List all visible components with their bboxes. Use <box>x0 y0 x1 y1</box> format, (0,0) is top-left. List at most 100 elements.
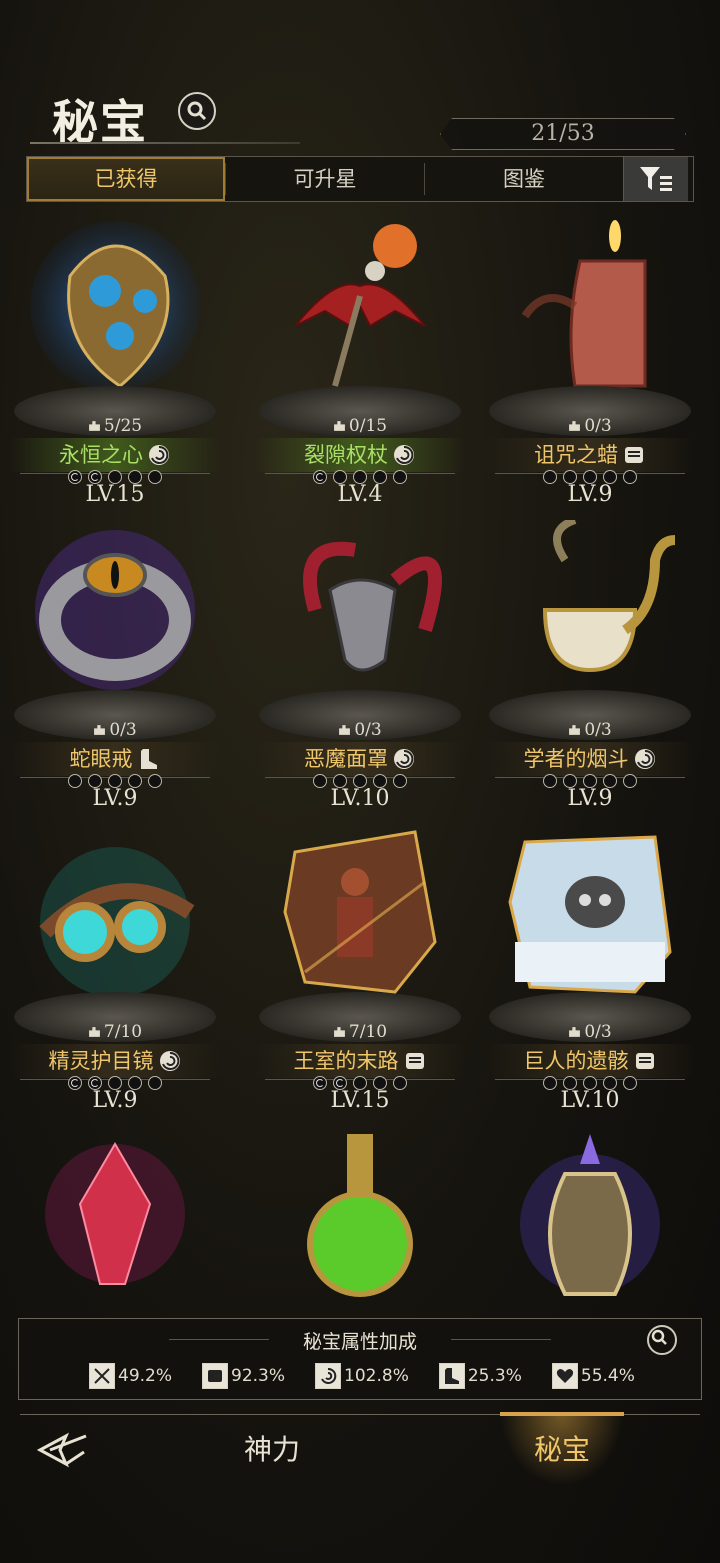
bottom-nav: 神力 秘宝 <box>0 1412 720 1492</box>
stat-value: 102.8% <box>344 1366 409 1386</box>
item-count-value: 5/25 <box>103 416 143 436</box>
treasure-card[interactable]: 0/3 恶魔面罩 LV.10 <box>245 510 475 811</box>
treasure-card[interactable] <box>245 1114 475 1314</box>
item-count: 7/10 <box>245 1022 475 1042</box>
item-count-value: 0/3 <box>584 1022 612 1042</box>
swirl-icon <box>392 747 416 771</box>
eternal-heart-icon <box>30 216 200 396</box>
green-potion-icon <box>275 1124 445 1304</box>
item-name: 蛇眼戒 <box>69 747 133 771</box>
treasure-card[interactable]: 5/25 永恒之心 LV.15 <box>0 206 230 507</box>
puzzle-piece-icon <box>338 721 351 735</box>
stat-strength: 92.3% <box>202 1363 285 1389</box>
swirl-icon <box>315 1363 342 1389</box>
item-count: 5/25 <box>0 416 230 436</box>
back-arrow-icon[interactable] <box>36 1430 90 1470</box>
tab-bar: 已获得 可升星 图鉴 <box>26 156 694 202</box>
puzzle-piece-icon <box>88 1023 101 1037</box>
item-name: 诅咒之蜡 <box>534 443 618 467</box>
treasure-card[interactable]: 0/3 蛇眼戒 LV.9 <box>0 510 230 811</box>
item-count-value: 7/10 <box>103 1022 143 1042</box>
nav-divine-power[interactable]: 神力 <box>244 1428 300 1468</box>
item-level: LV.15 <box>85 482 145 507</box>
item-count: 0/3 <box>0 720 230 740</box>
treasure-card[interactable] <box>0 1114 230 1314</box>
item-count: 0/3 <box>475 416 705 436</box>
treasure-card[interactable]: 7/10 王室的末路 LV.15 <box>245 812 475 1113</box>
bonus-stats: 49.2% 92.3% 102.8% 25.3% 55.4% <box>89 1363 635 1389</box>
item-count-value: 0/3 <box>354 720 382 740</box>
fist-icon <box>202 1363 229 1389</box>
crimson-crystal-icon <box>30 1124 200 1304</box>
tab-upgradable[interactable]: 可升星 <box>226 157 424 201</box>
treasure-card[interactable]: 0/3 学者的烟斗 LV.9 <box>475 510 705 811</box>
stat-speed: 25.3% <box>438 1363 522 1389</box>
elf-goggles-icon <box>30 822 200 1002</box>
demon-mask-icon <box>275 520 445 700</box>
fist-icon <box>403 1049 427 1073</box>
item-name: 王室的末路 <box>293 1049 399 1073</box>
swords-icon <box>89 1363 115 1389</box>
treasure-card[interactable]: 7/10 精灵护目镜 LV.9 <box>0 812 230 1113</box>
treasure-card[interactable] <box>475 1114 705 1314</box>
item-level: LV.15 <box>330 1088 390 1113</box>
scholar-pipe-icon <box>505 516 676 700</box>
stat-vitality: 55.4% <box>551 1363 635 1389</box>
item-count: 0/15 <box>245 416 475 436</box>
item-name: 裂隙权杖 <box>304 443 388 467</box>
item-name: 永恒之心 <box>59 443 143 467</box>
item-name: 巨人的遗骸 <box>523 1049 629 1073</box>
serpent-eye-ring-icon <box>30 520 200 700</box>
puzzle-piece-icon <box>93 721 106 735</box>
swirl-icon <box>392 443 416 467</box>
boot-icon <box>438 1363 465 1389</box>
swirl-icon <box>158 1049 182 1073</box>
item-count-value: 0/3 <box>584 416 612 436</box>
puzzle-piece-icon <box>333 1023 346 1037</box>
item-level: LV.9 <box>567 786 613 811</box>
item-count-value: 0/3 <box>109 720 137 740</box>
item-level: LV.4 <box>337 482 383 507</box>
item-name: 学者的烟斗 <box>523 747 629 771</box>
treasure-card[interactable]: 0/3 诅咒之蜡 LV.9 <box>475 206 705 507</box>
item-count: 7/10 <box>0 1022 230 1042</box>
item-level: LV.9 <box>92 1088 138 1113</box>
item-count: 0/3 <box>475 1022 705 1042</box>
stat-magic: 102.8% <box>315 1363 409 1389</box>
item-count-value: 0/3 <box>584 720 612 740</box>
treasure-card[interactable]: 0/15 裂隙权杖 LV.4 <box>245 206 475 507</box>
giant-remains-icon <box>505 822 675 1002</box>
search-icon[interactable] <box>647 1325 677 1355</box>
item-level: LV.9 <box>92 786 138 811</box>
tab-obtained[interactable]: 已获得 <box>27 157 225 201</box>
item-level: LV.9 <box>567 482 613 507</box>
search-icon[interactable] <box>178 92 216 130</box>
tab-codex[interactable]: 图鉴 <box>425 157 623 201</box>
nav-treasure[interactable]: 秘宝 <box>500 1428 624 1468</box>
royal-end-icon <box>275 822 445 1002</box>
stat-value: 55.4% <box>580 1366 635 1386</box>
arcane-urn-icon <box>505 1124 675 1304</box>
swirl-icon <box>633 747 657 771</box>
filter-icon[interactable] <box>623 157 688 201</box>
collection-counter: 21/53 <box>440 118 686 150</box>
item-count-value: 0/15 <box>348 416 388 436</box>
bonus-title: 秘宝属性加成 <box>302 1331 417 1353</box>
heart-icon <box>551 1363 578 1389</box>
item-name: 精灵护目镜 <box>48 1049 154 1073</box>
treasure-card[interactable]: 0/3 巨人的遗骸 LV.10 <box>475 812 705 1113</box>
puzzle-piece-icon <box>333 417 346 431</box>
item-level: LV.10 <box>330 786 390 811</box>
item-name: 恶魔面罩 <box>304 747 388 771</box>
fist-icon <box>622 443 646 467</box>
puzzle-piece-icon <box>568 721 581 735</box>
item-count-value: 7/10 <box>348 1022 388 1042</box>
stat-attack: 49.2% <box>89 1363 172 1389</box>
puzzle-piece-icon <box>568 417 581 431</box>
rift-scepter-icon <box>275 216 445 396</box>
cursed-candle-icon <box>505 216 675 396</box>
item-count: 0/3 <box>245 720 475 740</box>
stat-value: 92.3% <box>231 1366 286 1386</box>
puzzle-piece-icon <box>568 1023 581 1037</box>
active-tab-indicator <box>500 1412 624 1416</box>
